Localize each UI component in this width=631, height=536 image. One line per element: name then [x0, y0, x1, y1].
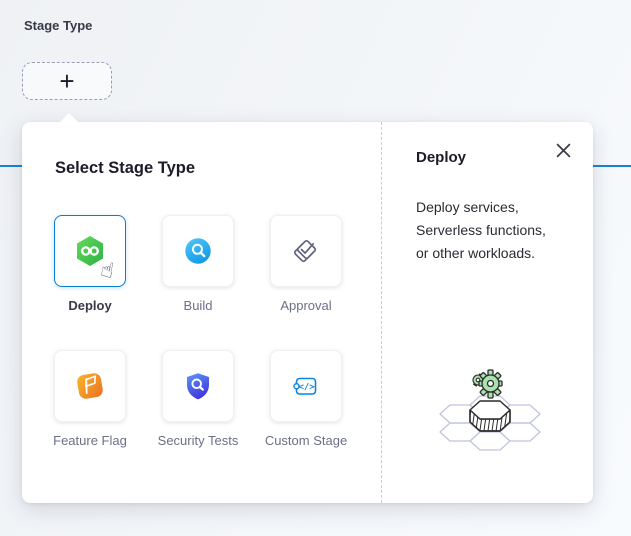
detail-description-line: or other workloads.: [416, 242, 578, 265]
stage-card-security-tests[interactable]: [162, 350, 234, 422]
close-icon: [556, 143, 571, 158]
plus-icon: +: [59, 68, 74, 94]
popover-caret: [60, 113, 78, 122]
stage-cell-custom-stage: </> Custom Stage: [270, 350, 342, 485]
build-circle-magnifier-icon: [182, 235, 214, 267]
close-button[interactable]: [552, 139, 574, 161]
detail-title: Deploy: [416, 149, 466, 166]
feature-flag-icon: [72, 368, 108, 404]
deploy-hexagon-infinity-icon: [73, 234, 107, 268]
stage-type-grid: ☝ Deploy Build: [54, 215, 342, 485]
stage-cell-security-tests: Security Tests: [162, 350, 234, 485]
svg-text:</>: </>: [298, 383, 315, 393]
stage-card-build[interactable]: [162, 215, 234, 287]
stage-card-label-custom-stage: Custom Stage: [254, 433, 358, 449]
stage-type-label: Stage Type: [24, 18, 92, 33]
detail-description-line: Deploy services,: [416, 196, 578, 219]
stage-card-label-approval: Approval: [254, 298, 358, 314]
stage-detail-pane: Deploy Deploy services, Serverless funct…: [381, 122, 593, 503]
stage-card-label-feature-flag: Feature Flag: [38, 433, 142, 449]
detail-description-line: Serverless functions,: [416, 219, 578, 242]
custom-stage-code-icon: </>: [289, 369, 323, 403]
stage-card-approval[interactable]: [270, 215, 342, 287]
detail-description: Deploy services, Serverless functions, o…: [416, 196, 578, 265]
stage-card-custom-stage[interactable]: </>: [270, 350, 342, 422]
stage-cell-deploy: ☝ Deploy: [54, 215, 126, 350]
stage-card-label-deploy: Deploy: [38, 298, 142, 314]
approval-diamond-check-icon: [289, 234, 323, 268]
popover-title: Select Stage Type: [55, 159, 195, 178]
select-stage-type-popover: Select Stage Type ☝ Deploy: [22, 122, 593, 503]
stage-card-label-security-tests: Security Tests: [146, 433, 250, 449]
deploy-hexagons-gear-illustration: [428, 362, 558, 454]
security-shield-magnifier-icon: [181, 369, 215, 403]
add-stage-button[interactable]: +: [22, 62, 112, 100]
stage-cell-approval: Approval: [270, 215, 342, 350]
stage-cell-feature-flag: Feature Flag: [54, 350, 126, 485]
stage-cell-build: Build: [162, 215, 234, 350]
stage-card-deploy[interactable]: ☝: [54, 215, 126, 287]
stage-card-feature-flag[interactable]: [54, 350, 126, 422]
stage-card-label-build: Build: [146, 298, 250, 314]
